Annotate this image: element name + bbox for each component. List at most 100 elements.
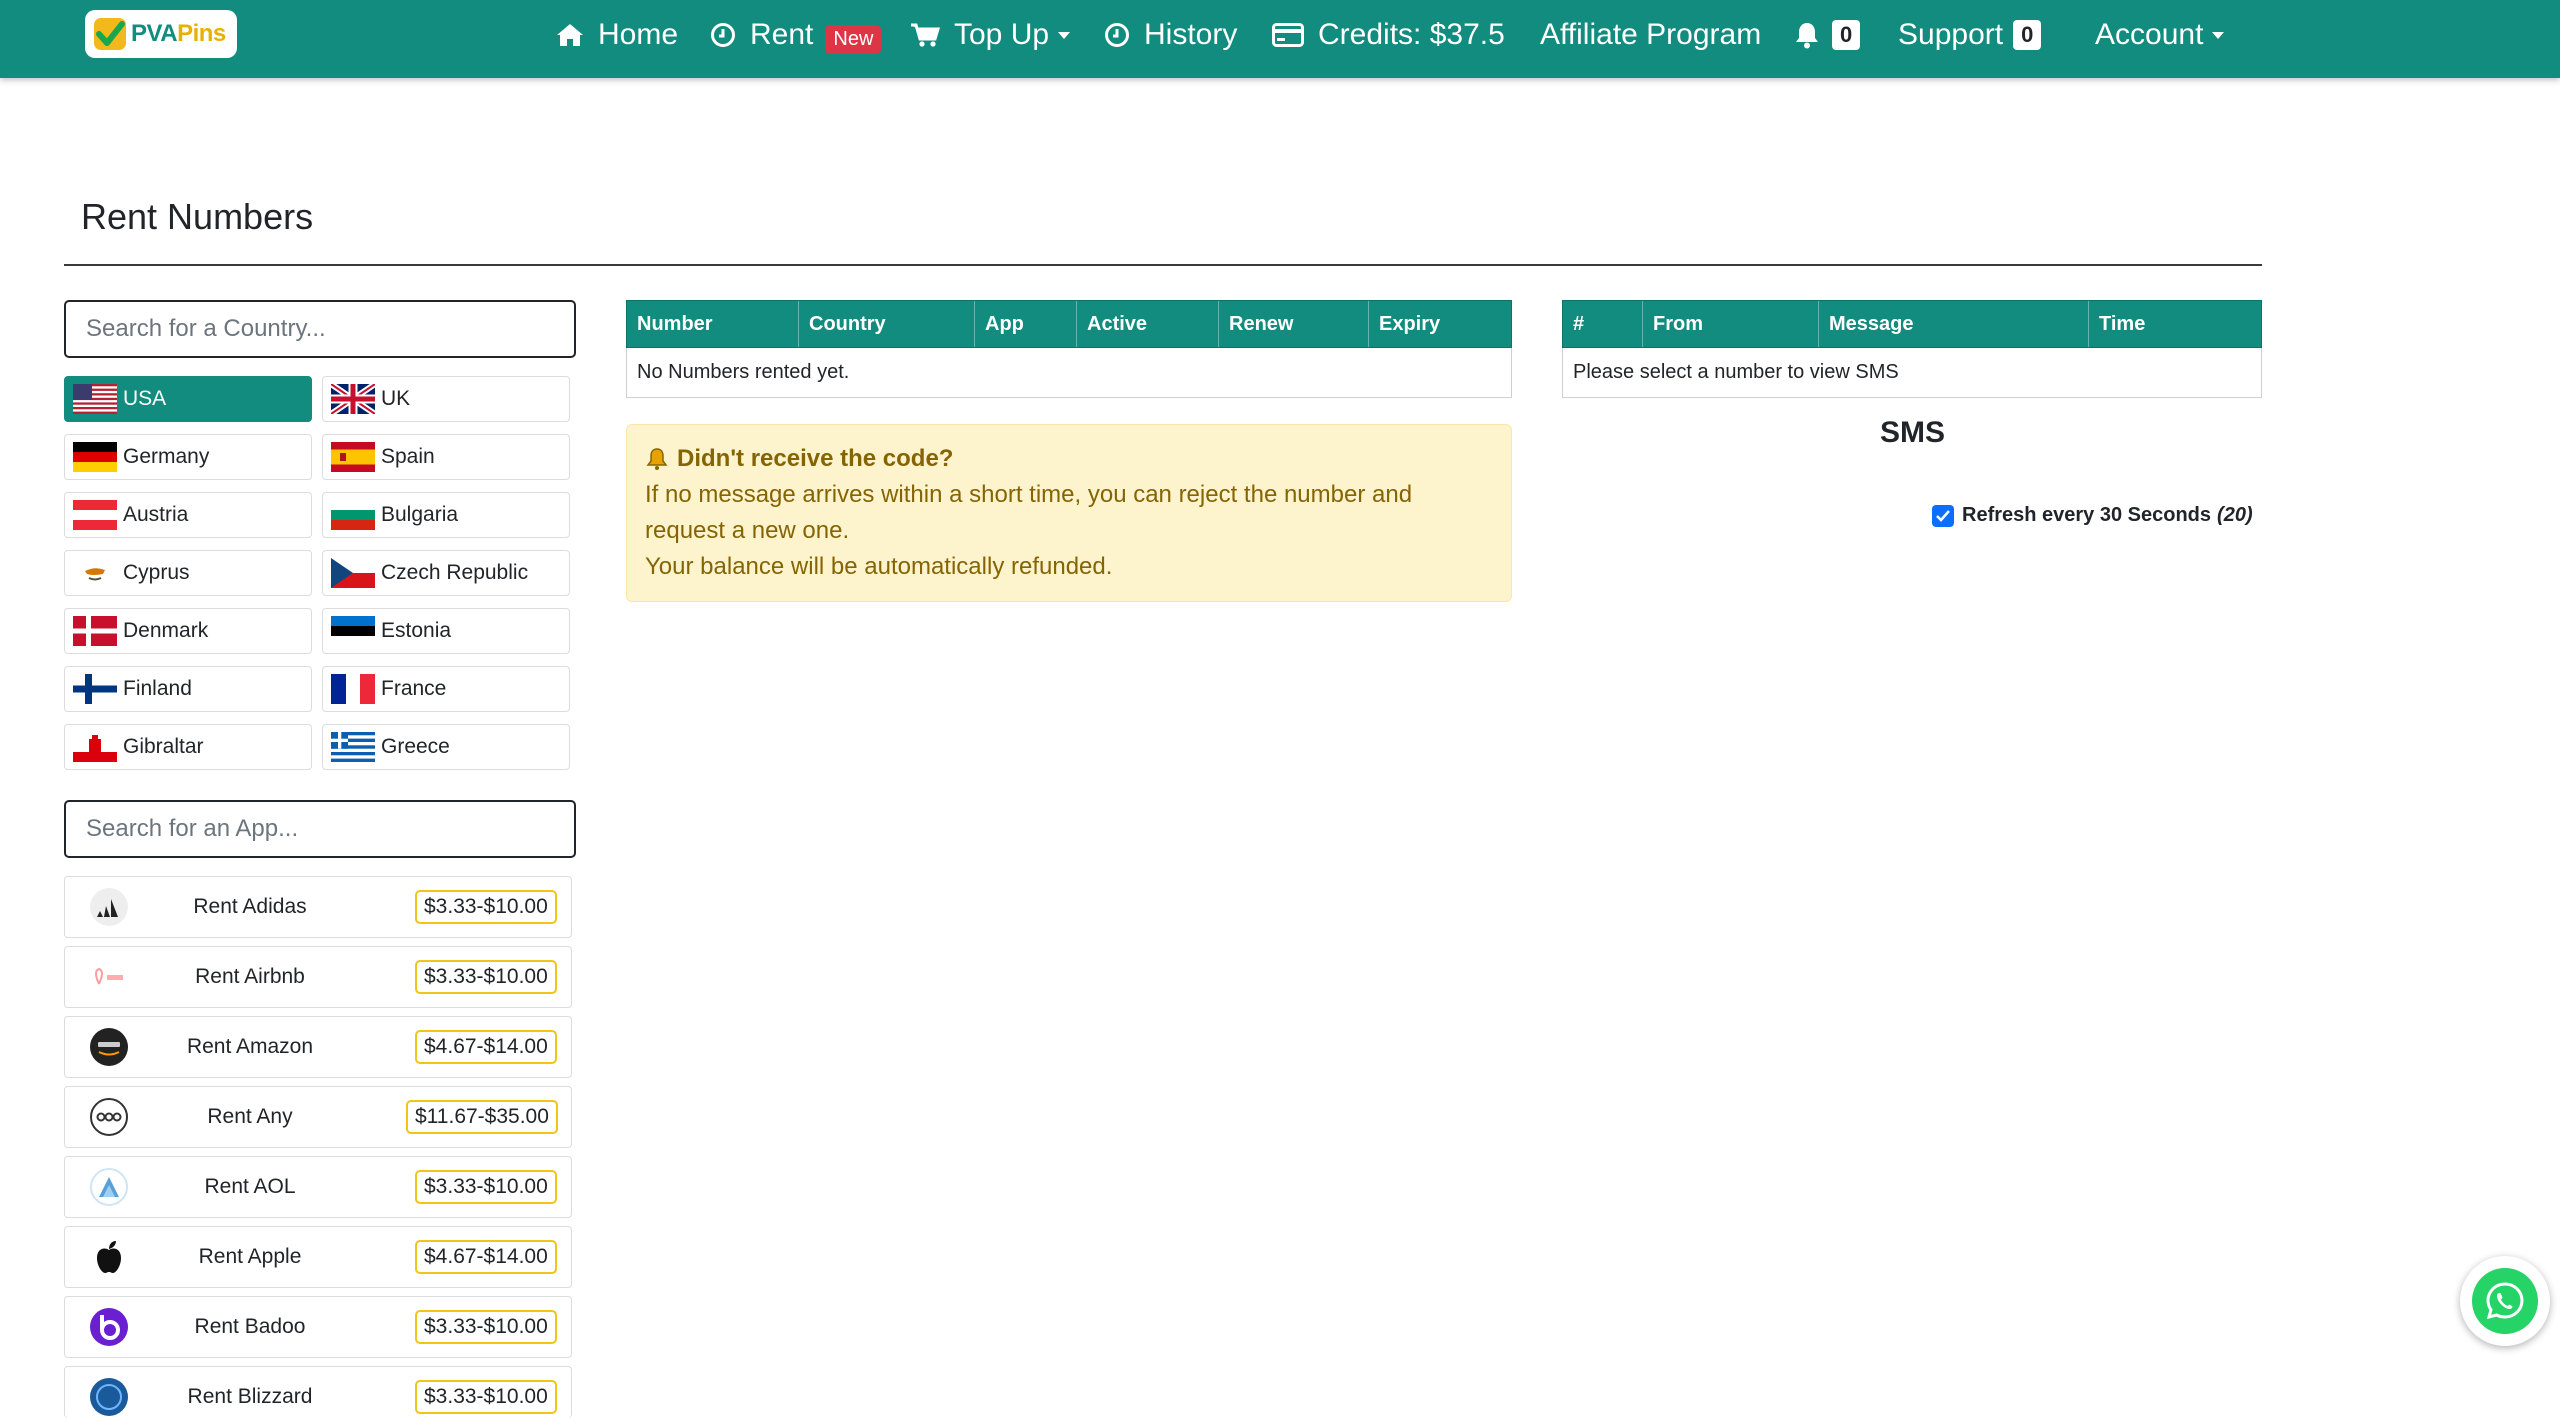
refresh-checkbox[interactable] — [1932, 504, 1954, 527]
sms-table-header: # From Message Time — [1562, 300, 2262, 348]
denmark-flag-icon — [73, 616, 117, 646]
app-item-apple[interactable]: Rent Apple $4.67-$14.00 — [64, 1226, 572, 1288]
airbnb-icon — [91, 967, 127, 985]
bell-icon — [646, 448, 668, 470]
germany-flag-icon — [73, 442, 117, 472]
country-item-cyprus[interactable]: Cyprus — [64, 550, 312, 596]
country-item-usa[interactable]: USA — [64, 376, 312, 422]
price-badge: $3.33-$10.00 — [415, 890, 557, 924]
nav-rent-label: Rent — [750, 18, 814, 51]
finland-flag-icon — [73, 674, 117, 704]
app-search-input[interactable] — [64, 800, 576, 858]
country-label: Gibraltar — [123, 735, 204, 758]
gibraltar-flag-icon — [73, 732, 117, 762]
column-header-active[interactable]: Active — [1077, 301, 1219, 347]
nav-credits[interactable]: Credits: $37.5 — [1272, 0, 1505, 70]
nav-topup-label: Top Up — [954, 18, 1050, 51]
alert-line: Your balance will be automatically refun… — [645, 553, 1113, 580]
country-item-bulgaria[interactable]: Bulgaria — [322, 492, 570, 538]
auto-refresh-toggle[interactable]: Refresh every 30 Seconds (20) — [1932, 504, 2253, 527]
column-header-country[interactable]: Country — [799, 301, 975, 347]
column-header-app[interactable]: App — [975, 301, 1077, 347]
pvapins-logo[interactable]: PVAPins — [85, 10, 237, 58]
app-item-adidas[interactable]: Rent Adidas $3.33-$10.00 — [64, 876, 572, 938]
chevron-down-icon — [1058, 31, 1071, 39]
nav-history[interactable]: History — [1104, 0, 1237, 70]
usa-flag-icon — [73, 384, 117, 414]
app-item-aol[interactable]: Rent AOL $3.33-$10.00 — [64, 1156, 572, 1218]
app-item-amazon[interactable]: Rent Amazon $4.67-$14.00 — [64, 1016, 572, 1078]
nav-support[interactable]: Support 0 — [1898, 0, 2042, 70]
country-label: France — [381, 677, 447, 700]
column-header-time[interactable]: Time — [2089, 301, 2261, 347]
credits-label: Credits: $37.5 — [1318, 18, 1505, 51]
app-item-blizzard[interactable]: Rent Blizzard $3.33-$10.00 — [64, 1366, 572, 1418]
country-label: UK — [381, 387, 411, 410]
blizzard-icon — [90, 1378, 128, 1416]
country-item-greece[interactable]: Greece — [322, 724, 570, 770]
title-divider — [64, 264, 2262, 266]
notification-count-badge: 0 — [1832, 20, 1861, 50]
country-label: Estonia — [381, 619, 452, 642]
country-item-estonia[interactable]: Estonia — [322, 608, 570, 654]
column-header-expiry[interactable]: Expiry — [1369, 301, 1511, 347]
chevron-down-icon — [2212, 31, 2225, 39]
country-item-denmark[interactable]: Denmark — [64, 608, 312, 654]
country-item-spain[interactable]: Spain — [322, 434, 570, 480]
alert-line: If no message arrives within a short tim… — [645, 481, 1413, 508]
app-label: Rent Adidas — [193, 895, 307, 918]
czech-flag-icon — [331, 558, 375, 588]
country-item-germany[interactable]: Germany — [64, 434, 312, 480]
country-search-input[interactable] — [64, 300, 576, 358]
cyprus-flag-icon — [73, 558, 117, 588]
column-header-number[interactable]: Number — [627, 301, 799, 347]
country-label: Denmark — [123, 619, 209, 642]
nav-rent[interactable]: Rent New — [710, 0, 882, 70]
whatsapp-icon — [2472, 1268, 2538, 1334]
app-label: Rent Amazon — [186, 1035, 314, 1058]
refresh-label: Refresh every 30 Seconds — [1962, 504, 2212, 526]
any-icon — [90, 1098, 128, 1136]
whatsapp-chat-button[interactable] — [2460, 1256, 2550, 1346]
column-header-message[interactable]: Message — [1819, 301, 2089, 347]
nav-notifications[interactable]: 0 — [1794, 0, 1861, 70]
country-item-czech-republic[interactable]: Czech Republic — [322, 550, 570, 596]
country-item-uk[interactable]: UK — [322, 376, 570, 422]
uk-flag-icon — [331, 384, 375, 414]
app-item-airbnb[interactable]: Rent Airbnb $3.33-$10.00 — [64, 946, 572, 1008]
nav-topup-dropdown[interactable]: Top Up — [910, 0, 1071, 70]
column-header-renew[interactable]: Renew — [1219, 301, 1369, 347]
sms-table-empty-row: Please select a number to view SMS — [1562, 348, 2262, 398]
app-label: Rent Any — [207, 1105, 293, 1128]
country-label: Czech Republic — [381, 561, 529, 584]
column-header-from[interactable]: From — [1643, 301, 1819, 347]
country-item-austria[interactable]: Austria — [64, 492, 312, 538]
nav-account-dropdown[interactable]: Account — [2095, 0, 2225, 70]
numbers-table-empty-row: No Numbers rented yet. — [626, 348, 1512, 398]
country-item-gibraltar[interactable]: Gibraltar — [64, 724, 312, 770]
price-badge: $4.67-$14.00 — [415, 1030, 557, 1064]
app-label: Rent Apple — [198, 1245, 302, 1268]
alert-line: request a new one. — [645, 517, 850, 544]
country-label: Bulgaria — [381, 503, 459, 526]
home-icon — [556, 22, 584, 48]
apple-icon — [97, 1241, 121, 1273]
refresh-countdown: (20) — [2217, 504, 2253, 526]
logo-text: PVAPins — [131, 20, 226, 47]
country-label: Germany — [123, 445, 210, 468]
country-item-finland[interactable]: Finland — [64, 666, 312, 712]
france-flag-icon — [331, 674, 375, 704]
app-label: Rent Airbnb — [195, 965, 305, 988]
column-header-index[interactable]: # — [1563, 301, 1643, 347]
country-label: USA — [123, 387, 167, 410]
price-badge: $3.33-$10.00 — [415, 1380, 557, 1414]
nav-affiliate[interactable]: Affiliate Program — [1540, 0, 1761, 70]
alert-title: Didn't receive the code? — [645, 445, 953, 473]
aol-icon — [90, 1168, 128, 1206]
country-label: Austria — [123, 503, 189, 526]
app-item-badoo[interactable]: Rent Badoo $3.33-$10.00 — [64, 1296, 572, 1358]
app-item-any[interactable]: Rent Any $11.67-$35.00 — [64, 1086, 572, 1148]
nav-home[interactable]: Home — [556, 0, 678, 70]
country-item-france[interactable]: France — [322, 666, 570, 712]
estonia-flag-icon — [331, 616, 375, 646]
